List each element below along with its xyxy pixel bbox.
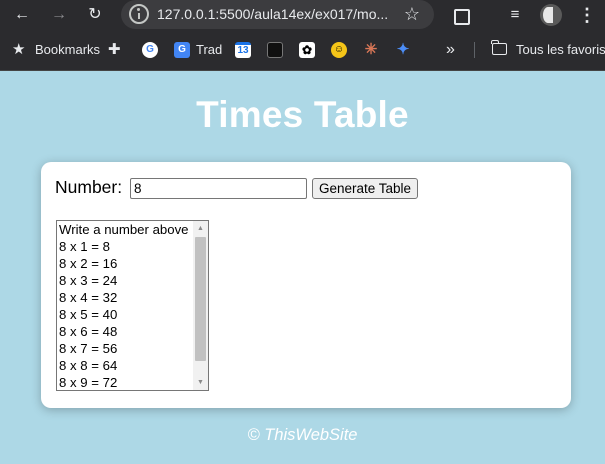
list-item[interactable]: 8 x 5 = 40 bbox=[59, 306, 193, 323]
menu-icon[interactable]: ⋮ bbox=[576, 4, 598, 26]
star-icon[interactable]: ☆ bbox=[401, 3, 423, 25]
bookmarks-divider bbox=[474, 42, 475, 58]
list-item[interactable]: 8 x 1 = 8 bbox=[59, 238, 193, 255]
all-bookmarks-label[interactable]: Tous les favoris bbox=[516, 40, 605, 60]
number-input[interactable] bbox=[130, 178, 307, 199]
translate-icon[interactable]: G bbox=[174, 42, 190, 58]
list-item[interactable]: 8 x 9 = 72 bbox=[59, 374, 193, 390]
forward-icon[interactable]: → bbox=[48, 4, 70, 26]
puzzle-icon[interactable]: ✚ bbox=[108, 40, 121, 60]
number-label: Number: bbox=[55, 177, 123, 197]
list-item[interactable]: 8 x 3 = 24 bbox=[59, 272, 193, 289]
emoji-icon[interactable]: ☺ bbox=[331, 42, 347, 58]
scroll-down-icon[interactable]: ▼ bbox=[193, 375, 208, 390]
bookmarks-overflow-icon[interactable]: » bbox=[446, 40, 455, 60]
page-title: Times Table bbox=[196, 94, 409, 135]
bookmarks-label[interactable]: Bookmarks bbox=[35, 40, 100, 60]
list-item[interactable]: 8 x 2 = 16 bbox=[59, 255, 193, 272]
times-table-card: Number: Generate Table Write a number ab… bbox=[41, 162, 571, 408]
gemini-icon[interactable]: ✦ bbox=[395, 42, 411, 58]
scroll-up-icon[interactable]: ▲ bbox=[193, 221, 208, 236]
reload-icon[interactable]: ↻ bbox=[84, 4, 106, 26]
google-icon[interactable]: G bbox=[142, 42, 158, 58]
results-listbox[interactable]: Write a number above 8 x 1 = 8 8 x 2 = 1… bbox=[56, 220, 209, 391]
footer-text: © ThisWebSite bbox=[247, 426, 358, 444]
scrollbar-thumb[interactable] bbox=[195, 237, 206, 361]
bookmarks-star-icon: ★ bbox=[12, 41, 26, 58]
bookmarks-bar: ★ Bookmarks ✚ G G Trad 13 ✿ ☺ ✳ ✦ » Tous… bbox=[0, 30, 605, 71]
generate-table-button[interactable]: Generate Table bbox=[312, 178, 418, 199]
list-item[interactable]: 8 x 6 = 48 bbox=[59, 323, 193, 340]
site-info-icon[interactable] bbox=[129, 4, 149, 24]
list-item[interactable]: 8 x 8 = 64 bbox=[59, 357, 193, 374]
pixel-art-icon[interactable] bbox=[267, 42, 283, 58]
profile-icon[interactable] bbox=[540, 4, 562, 26]
list-item[interactable]: 8 x 7 = 56 bbox=[59, 340, 193, 357]
browser-toolbar: ← → ↻ 127.0.0.1:5500/aula14ex/ex017/mo..… bbox=[0, 0, 605, 30]
extensions-icon[interactable] bbox=[450, 4, 472, 26]
calendar-icon[interactable]: 13 bbox=[235, 42, 251, 58]
list-item[interactable]: Write a number above bbox=[59, 221, 193, 238]
address-bar[interactable]: 127.0.0.1:5500/aula14ex/ex017/mo... ☆ bbox=[121, 0, 434, 29]
claude-icon[interactable]: ✳ bbox=[363, 42, 379, 58]
list-item[interactable]: 8 x 4 = 32 bbox=[59, 289, 193, 306]
listbox-scrollbar[interactable]: ▲ ▼ bbox=[193, 221, 208, 390]
media-icon[interactable]: ≡ bbox=[504, 4, 526, 26]
trad-label[interactable]: Trad bbox=[196, 40, 222, 60]
url-text[interactable]: 127.0.0.1:5500/aula14ex/ex017/mo... bbox=[157, 6, 388, 22]
back-icon[interactable]: ← bbox=[11, 4, 33, 26]
folder-icon bbox=[491, 40, 507, 55]
chatgpt-icon[interactable]: ✿ bbox=[299, 42, 315, 58]
